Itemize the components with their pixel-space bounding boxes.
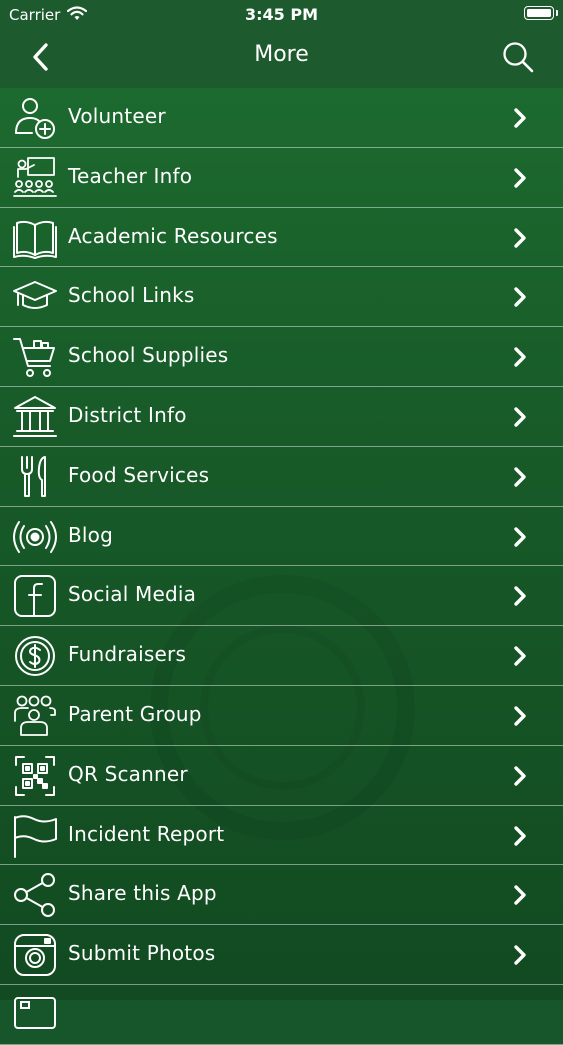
- page-title: More: [254, 42, 309, 67]
- menu-item-label: Fundraisers: [68, 642, 187, 667]
- menu-item-label: Food Services: [68, 462, 210, 487]
- menu-item-incident-report[interactable]: Incident Report: [0, 806, 563, 866]
- chevron-right-icon: [511, 825, 529, 847]
- menu-item-label: School Supplies: [68, 343, 229, 368]
- facebook-icon: [12, 573, 58, 619]
- menu-item-submit-photos[interactable]: Submit Photos: [0, 925, 563, 985]
- graduation-cap-icon: [12, 274, 58, 320]
- menu-item-partial[interactable]: [0, 985, 563, 1045]
- chevron-right-icon: [511, 466, 529, 488]
- qr-code-icon: [12, 753, 58, 799]
- partial-item-icon: [12, 992, 58, 1038]
- chevron-right-icon: [511, 944, 529, 966]
- menu-item-label: Social Media: [68, 582, 197, 607]
- status-bar: Carrier 3:45 PM: [0, 0, 563, 30]
- fork-knife-icon: [12, 454, 58, 500]
- menu-item-label: Incident Report: [68, 821, 225, 846]
- chevron-right-icon: [511, 884, 529, 906]
- group-icon: [12, 693, 58, 739]
- flag-icon: [12, 813, 58, 859]
- menu-item-district-info[interactable]: District Info: [0, 387, 563, 447]
- menu-item-share-this-app[interactable]: Share this App: [0, 865, 563, 926]
- volunteer-icon: [12, 95, 58, 141]
- menu-item-volunteer[interactable]: Volunteer: [0, 88, 563, 148]
- chevron-right-icon: [511, 406, 529, 428]
- chevron-right-icon: [511, 167, 529, 189]
- chevron-right-icon: [511, 227, 529, 249]
- menu-item-social-media[interactable]: Social Media: [0, 566, 563, 627]
- teacher-icon: [12, 155, 58, 201]
- menu-item-school-links[interactable]: School Links: [0, 267, 563, 328]
- status-time: 3:45 PM: [244, 5, 318, 24]
- menu-item-label: Submit Photos: [68, 941, 216, 966]
- menu-item-label: QR Scanner: [68, 761, 188, 786]
- chevron-right-icon: [511, 645, 529, 667]
- menu-item-label: School Links: [68, 283, 195, 308]
- menu-item-label: Teacher Info: [68, 163, 193, 188]
- chevron-right-icon: [511, 286, 529, 308]
- menu-item-parent-group[interactable]: Parent Group: [0, 686, 563, 746]
- header: Carrier 3:45 PM More: [0, 0, 563, 88]
- book-icon: [12, 215, 58, 261]
- menu-item-label: Blog: [68, 522, 114, 547]
- chevron-right-icon: [511, 705, 529, 727]
- broadcast-icon: [12, 514, 58, 560]
- menu-item-label: Share this App: [68, 881, 217, 906]
- navigation-bar: More: [0, 30, 563, 88]
- menu-list: Volunteer Teacher Info Academic Resource…: [0, 88, 563, 1045]
- building-icon: [12, 394, 58, 440]
- share-icon: [12, 872, 58, 918]
- battery-tip: [556, 10, 558, 16]
- chevron-right-icon: [511, 765, 529, 787]
- camera-icon: [12, 932, 58, 978]
- chevron-right-icon: [511, 107, 529, 129]
- menu-item-academic-resources[interactable]: Academic Resources: [0, 208, 563, 268]
- menu-item-food-services[interactable]: Food Services: [0, 447, 563, 507]
- menu-item-school-supplies[interactable]: School Supplies: [0, 327, 563, 387]
- dollar-coin-icon: [12, 633, 58, 679]
- menu-item-label: Volunteer: [68, 104, 166, 128]
- shopping-cart-icon: [12, 334, 58, 380]
- menu-item-fundraisers[interactable]: Fundraisers: [0, 626, 563, 686]
- menu-item-label: District Info: [68, 402, 187, 427]
- menu-item-label: Parent Group: [68, 701, 202, 726]
- menu-item-label: Academic Resources: [68, 223, 278, 248]
- search-icon[interactable]: [501, 40, 535, 74]
- menu-item-qr-scanner[interactable]: QR Scanner: [0, 746, 563, 806]
- menu-item-teacher-info[interactable]: Teacher Info: [0, 148, 563, 208]
- battery-icon: [524, 6, 554, 20]
- menu-item-blog[interactable]: Blog: [0, 507, 563, 567]
- chevron-right-icon: [511, 585, 529, 607]
- chevron-right-icon: [511, 346, 529, 368]
- chevron-right-icon: [511, 526, 529, 548]
